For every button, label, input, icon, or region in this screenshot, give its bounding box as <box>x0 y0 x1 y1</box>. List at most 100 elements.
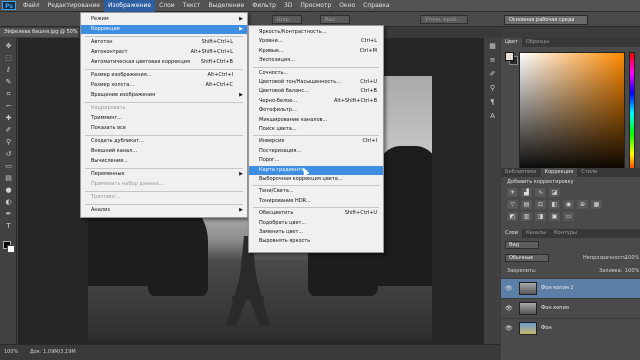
menu-filter[interactable]: Фильтр <box>248 0 280 12</box>
image-menu-item[interactable]: Вычисления... <box>81 157 247 166</box>
color-lookup-icon[interactable]: ▦ <box>591 200 602 209</box>
adjustment-menu-item[interactable]: Яркость/Контрастность... <box>249 28 383 37</box>
channel-mixer-icon[interactable]: ⊕ <box>577 200 588 209</box>
image-menu-item[interactable]: Режим ▶ <box>81 15 247 24</box>
brightness-icon[interactable]: ☀ <box>507 188 518 197</box>
eraser-tool-icon[interactable]: ▭ <box>3 162 14 171</box>
adjustment-menu-item[interactable]: Тени/Света... <box>249 187 383 196</box>
refine-edge-button[interactable]: Уточн. край... <box>420 15 468 24</box>
exposure-icon[interactable]: ◪ <box>549 188 560 197</box>
adjustment-menu-item[interactable]: Фотофильтр... <box>249 106 383 115</box>
layer-row[interactable]: 👁 Фон копия 2 <box>501 278 640 298</box>
move-tool-icon[interactable]: ✥ <box>3 42 14 51</box>
image-menu-item[interactable]: Коррекция ▶ <box>81 25 247 34</box>
invert-icon[interactable]: ◩ <box>507 212 518 221</box>
adjustment-menu-item[interactable]: Карта градиента... <box>249 165 383 175</box>
history-brush-tool-icon[interactable]: ↺ <box>3 150 14 159</box>
adjustment-menu-item[interactable]: Постеризация... <box>249 147 383 156</box>
adjustment-menu-item[interactable]: Заменить цвет... <box>249 228 383 237</box>
layer-row[interactable]: 👁 Фон копия <box>501 298 640 318</box>
document-tab[interactable]: Эйфелева башня.jpg @ 50% (Фон копия 2, R… <box>0 28 78 37</box>
tab-styles[interactable]: Стили <box>577 168 601 177</box>
brush-preset-icon[interactable]: ✐ <box>488 70 497 78</box>
selective-color-icon[interactable]: ▣ <box>549 212 560 221</box>
adjustment-menu-item[interactable]: Уровни... Ctrl+L <box>249 37 383 46</box>
eye-icon[interactable]: 👁 <box>505 325 513 332</box>
color-balance-icon[interactable]: ⚖ <box>535 200 546 209</box>
zoom-level[interactable]: 100% <box>4 349 18 355</box>
adjustment-menu-item[interactable]: Цветовой баланс... Ctrl+B <box>249 87 383 96</box>
photo-filter-icon[interactable]: ◉ <box>563 200 574 209</box>
tab-adjustments[interactable]: Коррекция <box>540 168 578 177</box>
layer-row[interactable]: 👁 Фон <box>501 318 640 338</box>
tab-libraries[interactable]: Библиотеки <box>501 168 541 177</box>
menu-edit[interactable]: Редактирование <box>44 0 104 12</box>
posterize-icon[interactable]: ▥ <box>521 212 532 221</box>
properties-icon[interactable]: ≡ <box>488 56 497 64</box>
healing-tool-icon[interactable]: ✚ <box>3 114 14 123</box>
image-menu-item[interactable]: Автоматическая цветовая коррекция Shift+C… <box>81 58 247 67</box>
threshold-icon[interactable]: ◨ <box>535 212 546 221</box>
tab-layers[interactable]: Слои <box>501 229 522 238</box>
character-icon[interactable]: A <box>488 112 497 120</box>
clone-source-icon[interactable]: ⚲ <box>488 84 497 92</box>
image-menu-item[interactable]: Размер холста... Alt+Ctrl+C <box>81 81 247 90</box>
adjustment-menu-item[interactable]: Сочность... <box>249 69 383 78</box>
menu-select[interactable]: Выделение <box>204 0 248 12</box>
black-white-icon[interactable]: ◧ <box>549 200 560 209</box>
crop-tool-icon[interactable]: ⌗ <box>3 90 14 99</box>
image-menu-item[interactable]: Создать дубликат... <box>81 137 247 146</box>
paragraph-icon[interactable]: ¶ <box>488 98 497 106</box>
background-color-swatch[interactable] <box>7 245 15 253</box>
adjustment-menu-item[interactable]: Кривые... Ctrl+M <box>249 47 383 56</box>
tab-paths[interactable]: Контуры <box>550 229 581 238</box>
foreground-swatch[interactable] <box>505 52 514 61</box>
menu-view[interactable]: Просмотр <box>296 0 335 12</box>
lasso-tool-icon[interactable]: ℓ <box>3 66 14 75</box>
image-menu-item[interactable]: Тримминг... <box>81 114 247 123</box>
menu-file[interactable]: Файл <box>19 0 44 12</box>
menu-text[interactable]: Текст <box>179 0 205 12</box>
dodge-tool-icon[interactable]: ◐ <box>3 198 14 207</box>
width-field[interactable]: Шир: <box>272 15 302 24</box>
tab-swatches[interactable]: Образцы <box>522 38 553 47</box>
image-menu-item[interactable]: Вращение изображения ▶ <box>81 91 247 100</box>
menu-layers[interactable]: Слои <box>155 0 179 12</box>
tab-color[interactable]: Цвет <box>501 38 522 47</box>
eye-icon[interactable]: 👁 <box>505 285 513 292</box>
height-field[interactable]: Выс: <box>320 15 350 24</box>
blur-tool-icon[interactable]: ● <box>3 186 14 195</box>
menu-image[interactable]: Изображение <box>103 0 156 12</box>
curves-icon[interactable]: ∿ <box>535 188 546 197</box>
type-tool-icon[interactable]: T <box>3 222 14 231</box>
adjustment-menu-item[interactable]: Экспозиция... <box>249 56 383 65</box>
image-menu-item[interactable]: Автоконтраст Alt+Shift+Ctrl+L <box>81 48 247 57</box>
color-picker-field[interactable] <box>519 52 625 175</box>
tab-channels[interactable]: Каналы <box>522 229 550 238</box>
pen-tool-icon[interactable]: ✒ <box>3 210 14 219</box>
quick-select-tool-icon[interactable]: ✎ <box>3 78 14 87</box>
image-menu-item[interactable]: Внешний канал... <box>81 147 247 156</box>
vibrance-icon[interactable]: ▽ <box>507 200 518 209</box>
adjustment-menu-item[interactable]: Инверсия Ctrl+I <box>249 137 383 146</box>
gradient-map-icon[interactable]: ▭ <box>563 212 574 221</box>
brush-tool-icon[interactable]: ✐ <box>3 126 14 135</box>
adjustment-menu-item[interactable]: Тонирование HDR... <box>249 197 383 206</box>
stamp-tool-icon[interactable]: ⚲ <box>3 138 14 147</box>
history-icon[interactable]: ▦ <box>488 42 497 50</box>
marquee-tool-icon[interactable]: ⬚ <box>3 54 14 63</box>
image-menu-item[interactable]: Показать все <box>81 124 247 133</box>
gradient-tool-icon[interactable]: ▤ <box>3 174 14 183</box>
menu-help[interactable]: Справка <box>359 0 393 12</box>
adjustment-menu-item[interactable]: Подобрать цвет... <box>249 219 383 228</box>
adjustment-menu-item[interactable]: Обесцветить Shift+Ctrl+U <box>249 209 383 218</box>
image-menu-item[interactable]: Анализ ▶ <box>81 206 247 215</box>
adjustment-menu-item[interactable]: Цветовой тон/Насыщенность... Ctrl+U <box>249 78 383 87</box>
blend-mode-select[interactable]: Обычные <box>505 254 549 262</box>
eyedropper-tool-icon[interactable]: ⌐ <box>3 102 14 111</box>
adjustment-menu-item[interactable]: Черно-белое... Alt+Shift+Ctrl+B <box>249 97 383 106</box>
eye-icon[interactable]: 👁 <box>505 305 513 312</box>
adjustment-menu-item[interactable]: Выборочная коррекция цвета... <box>249 175 383 184</box>
adjustment-menu-item[interactable]: Порог... <box>249 156 383 165</box>
workspace-select[interactable]: Основная рабочая среда <box>504 15 588 25</box>
